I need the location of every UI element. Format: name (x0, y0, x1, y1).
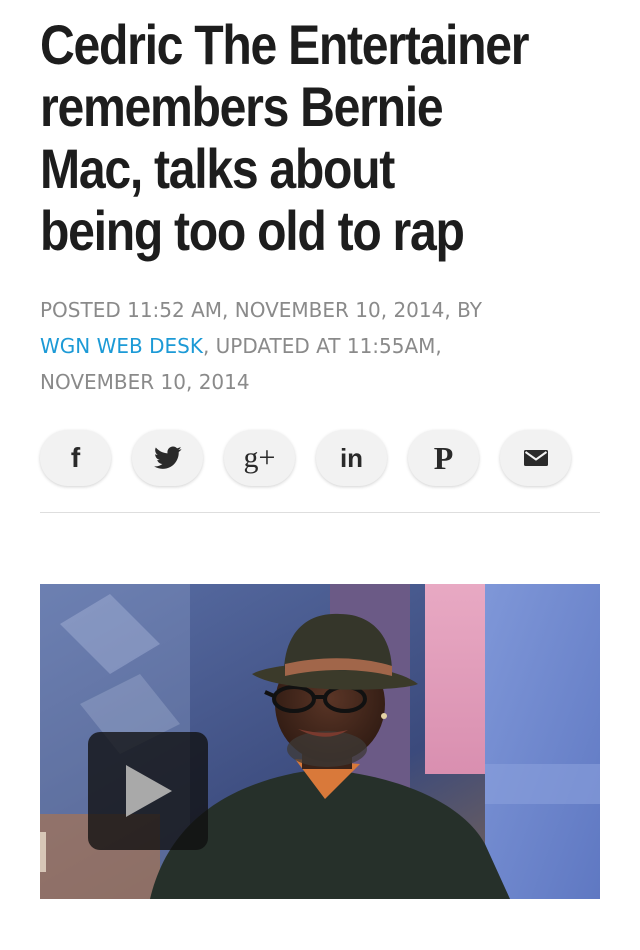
headline-line-3: Mac, talks about (40, 137, 395, 200)
play-icon (126, 765, 172, 817)
share-bar: f g+ in P (40, 430, 571, 486)
author-link[interactable]: WGN WEB DESK (40, 334, 203, 358)
updated-date: NOVEMBER 10, 2014 (40, 370, 250, 394)
share-email-button[interactable] (500, 430, 571, 486)
linkedin-icon: in (339, 443, 364, 473)
share-facebook-button[interactable]: f (40, 430, 111, 486)
section-divider (40, 512, 600, 513)
email-icon (523, 450, 548, 466)
headline-line-2: remembers Bernie (40, 75, 444, 138)
updated-label: , UPDATED AT 11:55AM, (202, 334, 442, 358)
share-linkedin-button[interactable]: in (316, 430, 387, 486)
share-twitter-button[interactable] (132, 430, 203, 486)
article-headline: Cedric The Entertainer remembers Bernie … (40, 14, 539, 262)
article-byline: POSTED 11:52 AM, NOVEMBER 10, 2014, BY W… (40, 292, 610, 400)
headline-line-4: being too old to rap (40, 199, 465, 262)
posted-timestamp: POSTED 11:52 AM, NOVEMBER 10, 2014, BY (40, 298, 482, 322)
pinterest-icon: P (433, 440, 454, 476)
share-pinterest-button[interactable]: P (408, 430, 479, 486)
share-google-plus-button[interactable]: g+ (224, 430, 295, 486)
headline-line-1: Cedric The Entertainer (40, 13, 529, 76)
video-player[interactable] (40, 584, 600, 899)
google-plus-icon: g+ (243, 441, 276, 474)
video-play-button[interactable] (88, 732, 208, 850)
twitter-icon (153, 446, 182, 469)
facebook-icon: f (70, 442, 81, 473)
